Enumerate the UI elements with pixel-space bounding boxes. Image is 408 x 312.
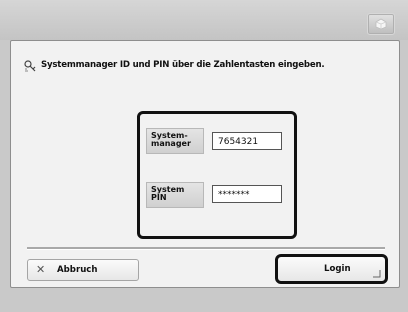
settings-icon [375,18,387,30]
system-manager-field[interactable]: 7654321 [212,132,282,150]
cancel-button[interactable]: ✕ Abbruch [27,259,139,281]
system-pin-label: System PIN [146,182,204,208]
instruction-text: Systemmanager ID und PIN über die Zahlen… [41,60,325,70]
key-icon [24,60,36,72]
footer-divider [27,247,385,250]
login-button[interactable]: Login [275,254,388,284]
system-manager-label: System- manager [146,128,204,154]
cancel-button-label: Abbruch [57,265,98,275]
close-icon: ✕ [36,263,46,276]
top-bar [0,0,408,40]
settings-button[interactable] [367,13,395,35]
system-pin-field[interactable]: ******* [212,185,282,203]
main-panel: Systemmanager ID und PIN über die Zahlen… [10,40,400,288]
corner-mark-icon [373,270,381,278]
login-button-label: Login [324,264,351,274]
login-form: System- manager 7654321 System PIN *****… [137,111,297,239]
